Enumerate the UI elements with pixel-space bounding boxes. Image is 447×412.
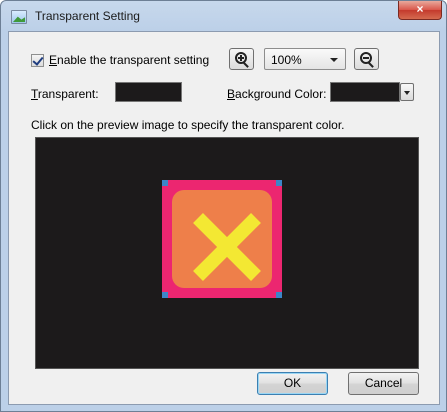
close-button[interactable]: ×	[398, 1, 442, 20]
title-bar[interactable]: Transparent Setting ×	[1, 1, 446, 31]
zoom-select-value: 100%	[271, 53, 302, 67]
background-color-swatch[interactable]	[330, 82, 400, 102]
background-color-dropdown[interactable]	[400, 83, 414, 101]
cancel-button[interactable]: Cancel	[348, 372, 419, 395]
transparent-color-swatch[interactable]	[115, 82, 182, 102]
enable-transparent-label[interactable]: Enable the transparent setting	[49, 53, 209, 67]
dialog-body: Enable the transparent setting 100% Tran…	[8, 31, 440, 405]
image-icon	[11, 10, 27, 24]
window-title: Transparent Setting	[35, 9, 140, 23]
zoom-out-button[interactable]	[354, 48, 379, 70]
dialog-window: Transparent Setting × Enable the transpa…	[0, 0, 447, 412]
enable-transparent-label-text: nable the transparent setting	[57, 53, 210, 67]
preview-area[interactable]	[35, 137, 419, 369]
zoom-in-button[interactable]	[229, 48, 254, 70]
background-color-label: Background Color:	[227, 87, 327, 101]
background-color-label-text: ackground Color:	[235, 87, 327, 101]
preview-image[interactable]	[162, 180, 282, 298]
transparent-label: Transparent:	[31, 87, 99, 101]
chevron-down-icon	[330, 58, 338, 62]
zoom-select[interactable]: 100%	[264, 48, 346, 70]
hint-text: Click on the preview image to specify th…	[31, 118, 345, 132]
ok-button[interactable]: OK	[257, 372, 328, 395]
transparent-label-text: ransparent:	[37, 87, 99, 101]
enable-transparent-checkbox[interactable]	[31, 54, 44, 67]
